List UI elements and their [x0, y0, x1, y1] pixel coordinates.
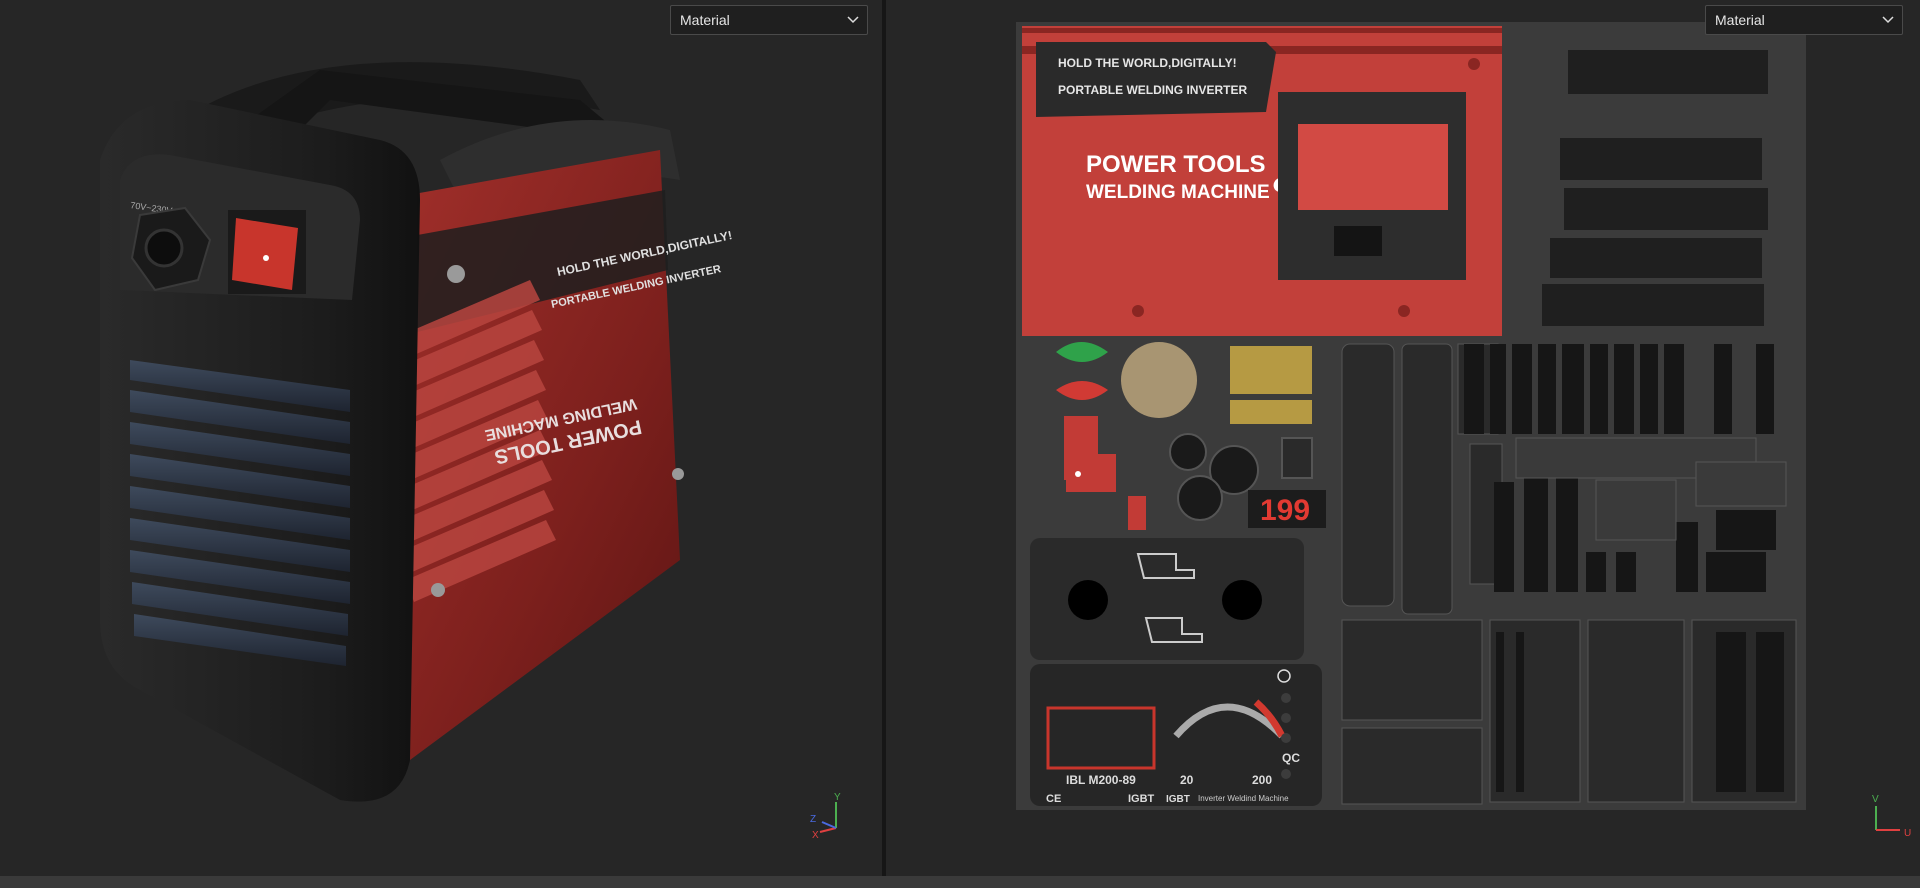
axis-gizmo-2d: V U [1872, 794, 1911, 839]
axis-gizmo-3d: Y Z X [810, 792, 841, 841]
power-switch[interactable] [232, 218, 298, 290]
uv-igbt-1: IGBT [1128, 793, 1155, 805]
uv-dial-max: 200 [1252, 773, 1272, 787]
welder-3d-model[interactable]: HOLD THE WORLD,DIGITALLY! PORTABLE WELDI… [80, 40, 840, 860]
chevron-down-icon [847, 16, 859, 24]
axis-v-label: V [1872, 794, 1879, 805]
screw [672, 468, 684, 480]
uv-brass-nuts [1230, 346, 1312, 424]
material-select-2d[interactable]: Material [1705, 5, 1903, 35]
uv-texture-atlas[interactable]: HOLD THE WORLD,DIGITALLY! PORTABLE WELDI… [1016, 22, 1806, 810]
viewport-3d[interactable]: HOLD THE WORLD,DIGITALLY! PORTABLE WELDI… [0, 0, 882, 876]
material-select-3d[interactable]: Material [670, 5, 868, 35]
uv-product-line: PORTABLE WELDING INVERTER [1058, 83, 1247, 97]
uv-cert-marks: CE [1046, 793, 1061, 805]
uv-machine-caption: Inverter Weldind Machine [1198, 794, 1289, 803]
screw [431, 583, 445, 597]
uv-knob-green [1056, 342, 1108, 362]
status-bar [0, 876, 1920, 888]
uv-qc-label: QC [1282, 751, 1300, 765]
uv-igbt-2: IGBT [1166, 794, 1190, 805]
uv-dial-min: 20 [1180, 773, 1194, 787]
uv-model-code: IBL M200-89 [1066, 773, 1136, 787]
axis-x-label: X [812, 830, 819, 841]
uv-dark-strips-top [1542, 50, 1768, 326]
uv-slogan: HOLD THE WORLD,DIGITALLY! [1058, 56, 1237, 70]
uv-brand-line2: WELDING MACHINE [1086, 182, 1270, 203]
material-select-2d-value: Material [1715, 12, 1765, 28]
uv-brand-line1: POWER TOOLS [1086, 151, 1266, 178]
viewport-2d-uv[interactable]: HOLD THE WORLD,DIGITALLY! PORTABLE WELDI… [886, 0, 1920, 876]
axis-u-label: U [1904, 828, 1911, 839]
chevron-down-icon [1882, 16, 1894, 24]
axis-y-label: Y [834, 792, 841, 803]
screw [447, 265, 465, 283]
uv-display-value: 199 [1260, 494, 1310, 527]
material-select-3d-value: Material [680, 12, 730, 28]
axis-z-label: Z [810, 814, 816, 825]
uv-brass-knob [1121, 342, 1197, 418]
